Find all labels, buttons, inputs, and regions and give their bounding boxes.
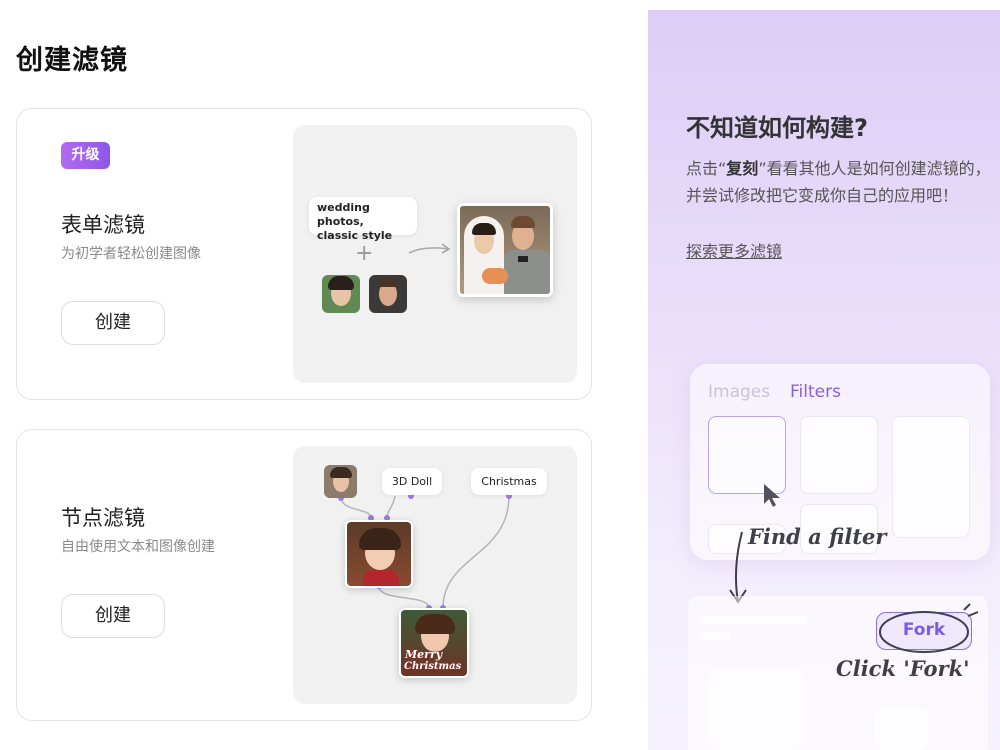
- groom-reference-image: [369, 275, 407, 313]
- cursor-icon: [764, 484, 780, 507]
- arrow-right-icon: [408, 243, 451, 254]
- source-face-image: [324, 465, 357, 498]
- tab-images[interactable]: Images: [708, 382, 770, 402]
- explore-filters-link[interactable]: 探索更多滤镜: [686, 238, 782, 262]
- node-filter-title: 节点滤镜: [61, 506, 145, 530]
- christmas-node-image: Merry Christmas: [399, 608, 469, 678]
- placeholder-box: [874, 706, 928, 750]
- wedding-result-image: [457, 203, 553, 297]
- help-description: 点击“复刻”看看其他人是如何创建滤镜的，并尝试修改把它变成你自己的应用吧！: [686, 159, 991, 205]
- doll-node-image: [345, 520, 413, 588]
- page-title: 创建滤镜: [16, 45, 128, 76]
- click-fork-caption: Click 'Fork': [836, 656, 970, 681]
- form-filter-card: 升级 表单滤镜 为初学者轻松创建图像 创建 wedding photos, cl…: [16, 108, 592, 400]
- merry-text: Merry: [405, 648, 443, 661]
- tab-filters[interactable]: Filters: [790, 382, 841, 402]
- node-filter-preview: 3D Doll Christmas Merry Christmas: [293, 446, 577, 704]
- form-filter-description: 为初学者轻松创建图像: [61, 246, 201, 262]
- form-filter-create-button[interactable]: 创建: [61, 301, 165, 345]
- node-filter-create-button[interactable]: 创建: [61, 594, 165, 638]
- find-filter-caption: Find a filter: [748, 524, 887, 549]
- bride-reference-image: [322, 275, 360, 313]
- demo-tile[interactable]: [800, 416, 878, 494]
- upgrade-badge[interactable]: 升级: [61, 142, 110, 169]
- help-title: 不知道如何构建?: [686, 114, 868, 142]
- node-christmas[interactable]: Christmas: [471, 468, 547, 495]
- placeholder-bar: [702, 616, 808, 624]
- node-3d-doll[interactable]: 3D Doll: [382, 468, 442, 495]
- plus-icon: +: [355, 241, 374, 266]
- node-filter-card: 节点滤镜 自由使用文本和图像创建 创建 3D Doll Christmas Me…: [16, 429, 592, 721]
- form-filter-title: 表单滤镜: [61, 213, 145, 237]
- demo-tile[interactable]: [892, 416, 970, 538]
- form-filter-preview: wedding photos, classic style +: [293, 125, 577, 383]
- placeholder-bar: [702, 632, 730, 640]
- prompt-line-1: wedding photos,: [317, 201, 370, 228]
- help-panel: 不知道如何构建? 点击“复刻”看看其他人是如何创建滤镜的，并尝试修改把它变成你自…: [648, 10, 1000, 750]
- node-filter-description: 自由使用文本和图像创建: [61, 539, 215, 555]
- fork-highlight-circle: [879, 603, 979, 653]
- prompt-bubble: wedding photos, classic style: [309, 197, 417, 242]
- placeholder-box: [708, 670, 804, 750]
- christmas-text: Christmas: [404, 661, 462, 672]
